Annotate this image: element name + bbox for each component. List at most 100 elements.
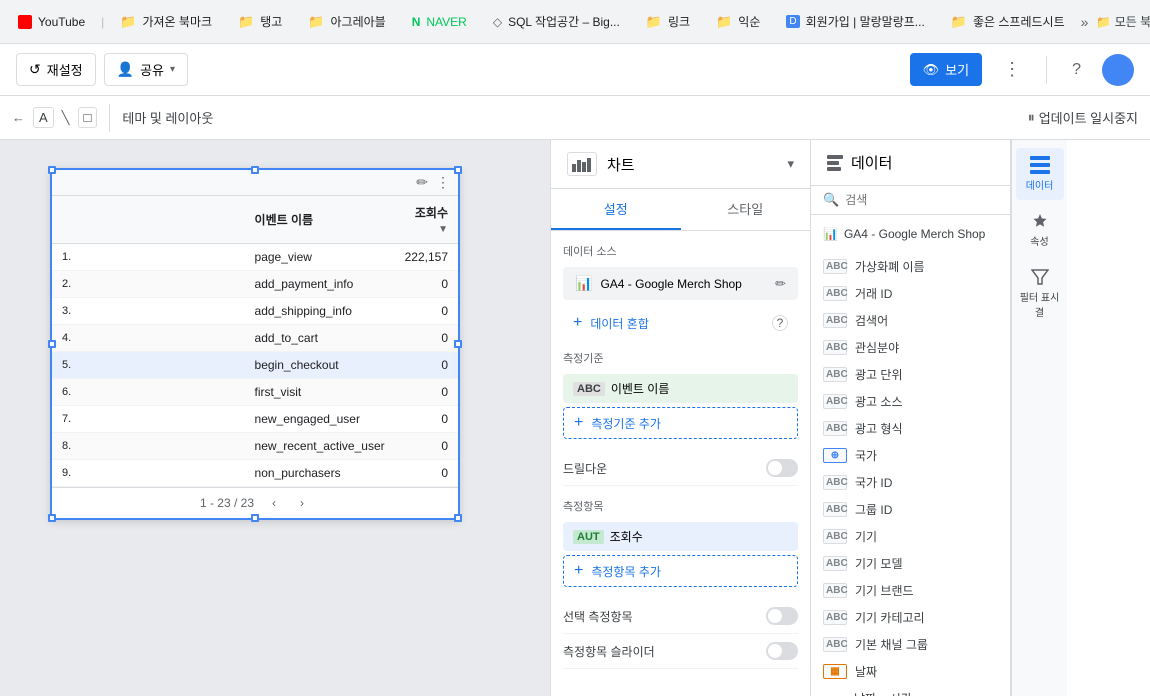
resize-handle-mr[interactable] <box>454 340 462 348</box>
help-button[interactable]: ? <box>1059 54 1094 86</box>
edit-datasource-icon[interactable]: ✏ <box>775 276 786 292</box>
youtube-tab-label: YouTube <box>38 15 85 29</box>
table-row[interactable]: 2. add_payment_info 0 <box>52 271 458 298</box>
field-item[interactable]: ABC 기기 카테고리 <box>811 604 1010 631</box>
optional-metric-toggle[interactable] <box>766 607 798 625</box>
properties-side-btn[interactable]: 속성 <box>1016 204 1064 256</box>
field-item[interactable]: ABC 관심분야 <box>811 334 1010 361</box>
browser-tab-sql[interactable]: ◇ SQL 작업공간 – Big... <box>483 9 630 34</box>
field-item[interactable]: ⊕ 국가 <box>811 442 1010 469</box>
edit-widget-icon[interactable]: ✏ <box>416 174 428 191</box>
dropdown-toggle[interactable] <box>766 459 798 477</box>
browser-tab-link[interactable]: 📁 링크 <box>636 9 700 34</box>
chart-dropdown-icon[interactable]: ▾ <box>787 156 794 172</box>
next-page-btn[interactable]: › <box>294 494 310 512</box>
browser-tab-tango[interactable]: 📁 탱고 <box>228 9 292 34</box>
metric-chip[interactable]: AUT 조회수 <box>563 522 798 551</box>
resize-handle-bc[interactable] <box>251 514 259 522</box>
metric-type-badge: AUT <box>573 530 604 544</box>
browser-tab-naver[interactable]: N NAVER <box>402 11 477 33</box>
table-row[interactable]: 9. non_purchasers 0 <box>52 460 458 487</box>
tab-style[interactable]: 스타일 <box>681 189 811 230</box>
browser-tab-bookmarks[interactable]: 📁 가져온 북마크 <box>110 9 222 34</box>
browser-tab-agreeable[interactable]: 📁 아그레아블 <box>298 9 395 34</box>
add-metric-btn[interactable]: + 측정항목 추가 <box>563 555 798 587</box>
search-box: 🔍 <box>811 186 1010 215</box>
field-item[interactable]: ABC 기기 브랜드 <box>811 577 1010 604</box>
pause-update-btn[interactable]: ⏸ 업데이트 일시중지 <box>1028 108 1138 127</box>
tab-separator-1: | <box>101 15 104 29</box>
add-blend-btn[interactable]: + 데이터 혼합 ? <box>563 308 798 338</box>
text-tool-icon[interactable]: A <box>33 107 54 128</box>
search-input[interactable] <box>845 193 1000 207</box>
add-dimension-btn[interactable]: + 측정기준 추가 <box>563 407 798 439</box>
tango-tab-label: 탱고 <box>260 13 282 30</box>
field-name: 날짜 + 시간(YYYYMMDDHH) <box>854 690 998 696</box>
shape-tool-icon[interactable]: ╲ <box>62 110 70 126</box>
field-type-icon: ABC <box>823 556 847 571</box>
filter-side-btn[interactable]: 필터 표시결 <box>1016 260 1064 327</box>
resize-handle-tr[interactable] <box>454 166 462 174</box>
more-bookmarks-btn[interactable]: » <box>1081 14 1089 30</box>
field-item[interactable]: ABC 기기 <box>811 523 1010 550</box>
field-type-icon: ABC <box>823 610 847 625</box>
dropdown-label: 드릴다운 <box>563 460 607 477</box>
resize-handle-tl[interactable] <box>48 166 56 174</box>
table-row[interactable]: 3. add_shipping_info 0 <box>52 298 458 325</box>
event-name-cell: non_purchasers <box>245 460 395 487</box>
resize-handle-tc[interactable] <box>251 166 259 174</box>
properties-side-label: 속성 <box>1030 233 1048 248</box>
field-item[interactable]: ABC 광고 소스 <box>811 388 1010 415</box>
more-widget-icon[interactable]: ⋮ <box>436 174 450 191</box>
metric-section-label: 측정항목 <box>563 498 798 514</box>
chart-icon: 📊 <box>575 275 592 292</box>
pagination-text: 1 - 23 / 23 <box>200 496 254 510</box>
all-bookmarks-btn[interactable]: 📁 모든 북마크 <box>1096 13 1150 30</box>
dimension-chip[interactable]: ABC 이벤트 이름 <box>563 374 798 403</box>
resize-handle-bl[interactable] <box>48 514 56 522</box>
field-item[interactable]: ABC 검색어 <box>811 307 1010 334</box>
resize-handle-ml[interactable] <box>48 340 56 348</box>
table-row[interactable]: 8. new_recent_active_user 0 <box>52 433 458 460</box>
field-item[interactable]: ▦ 날짜 <box>811 658 1010 685</box>
tab-settings[interactable]: 설정 <box>551 189 681 230</box>
table-row[interactable]: 1. page_view 222,157 <box>52 244 458 271</box>
table-row[interactable]: 6. first_visit 0 <box>52 379 458 406</box>
field-item[interactable]: ABC 광고 형식 <box>811 415 1010 442</box>
field-item[interactable]: ABC 광고 단위 <box>811 361 1010 388</box>
ds-section-header: 📊 GA4 - Google Merch Shop <box>823 223 998 245</box>
prev-page-btn[interactable]: ‹ <box>266 494 282 512</box>
browser-tab-스프레드[interactable]: 📁 좋은 스프레드시트 <box>941 9 1075 34</box>
table-row[interactable]: 7. new_engaged_user 0 <box>52 406 458 433</box>
reset-button[interactable]: ↺ 재설정 <box>16 53 96 86</box>
field-list: ABC 가상화폐 이름 ABC 거래 ID ABC 검색어 ABC 관심분야 A… <box>811 253 1010 696</box>
view-button[interactable]: 👁 보기 <box>910 53 982 86</box>
field-item[interactable]: ▦ 날짜 + 시간(YYYYMMDDHH) <box>811 685 1010 696</box>
metric-slider-toggle[interactable] <box>766 642 798 660</box>
data-side-btn[interactable]: 데이터 <box>1016 148 1064 200</box>
browser-tab-익순[interactable]: 📁 익순 <box>706 9 770 34</box>
browser-tab-회원가입[interactable]: D 회원가입 | 말랑말랑프... <box>776 9 934 34</box>
more-options-button[interactable]: ⋮ <box>990 52 1034 87</box>
chart-type-icon[interactable] <box>567 152 597 176</box>
rect-tool-icon[interactable]: □ <box>78 107 98 128</box>
field-item[interactable]: ABC 거래 ID <box>811 280 1010 307</box>
canvas-area[interactable]: ✏ ⋮ 이벤트 이름 조회수 ▼ <box>0 140 550 696</box>
undo-icon[interactable]: ← <box>12 110 25 125</box>
field-item[interactable]: ABC 그룹 ID <box>811 496 1010 523</box>
field-item[interactable]: ABC 가상화폐 이름 <box>811 253 1010 280</box>
data-source-card[interactable]: 📊 GA4 - Google Merch Shop ✏ <box>563 267 798 300</box>
browser-tab-youtube[interactable]: YouTube <box>8 11 95 33</box>
blend-help-icon[interactable]: ? <box>772 315 788 331</box>
table-row[interactable]: 4. add_to_cart 0 <box>52 325 458 352</box>
field-item[interactable]: ABC 국가 ID <box>811 469 1010 496</box>
share-button[interactable]: 👤 공유 ▾ <box>104 53 188 86</box>
field-item[interactable]: ABC 기기 모델 <box>811 550 1010 577</box>
resize-handle-br[interactable] <box>454 514 462 522</box>
user-avatar[interactable] <box>1102 54 1134 86</box>
view-count-header[interactable]: 조회수 ▼ <box>395 196 458 244</box>
event-name-header[interactable]: 이벤트 이름 <box>245 196 395 244</box>
table-row[interactable]: 5. begin_checkout 0 <box>52 352 458 379</box>
field-type-icon: ⊕ <box>823 448 847 463</box>
field-item[interactable]: ABC 기본 채널 그룹 <box>811 631 1010 658</box>
